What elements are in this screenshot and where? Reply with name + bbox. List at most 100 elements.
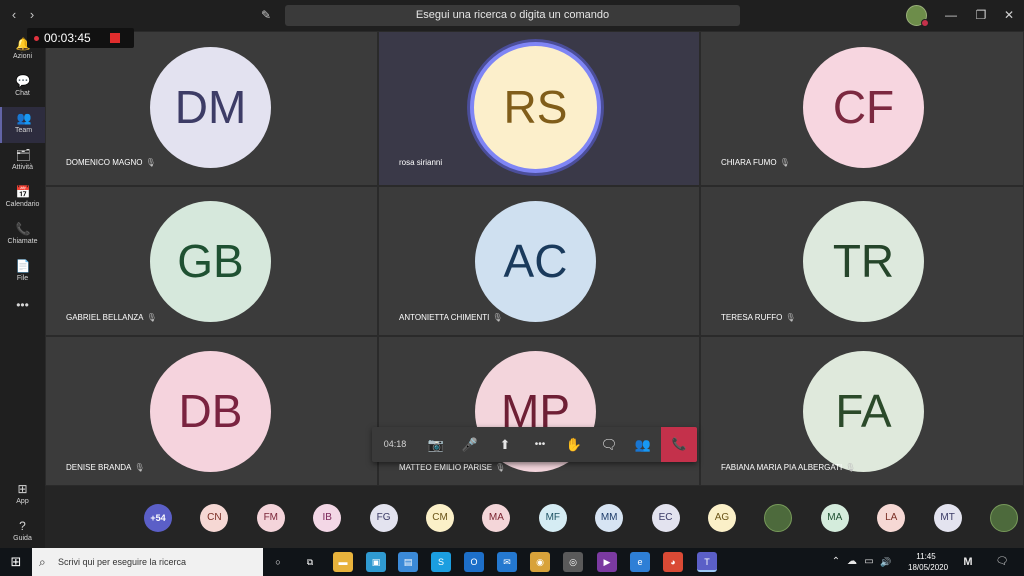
participant-name: ANTONIETTA CHIMENTI	[399, 313, 490, 322]
roster-avatar[interactable]: FM	[256, 504, 285, 532]
task-view-icon[interactable]: ⧉	[300, 552, 320, 572]
rail-chat-icon: 💬	[15, 74, 31, 88]
roster-avatar[interactable]: LA	[877, 504, 906, 532]
rail-item-label: Team	[14, 127, 33, 134]
participant-name-label: GABRIEL BELLANZA 🎙	[66, 313, 157, 322]
roster-avatar[interactable]	[990, 504, 1018, 532]
participant-avatar: CF	[803, 47, 924, 168]
rail-item-guida[interactable]: ? Guida	[0, 515, 45, 551]
participant-avatar: AC	[475, 201, 596, 322]
roster-avatar[interactable]: MA	[820, 504, 849, 532]
network-icon[interactable]: ▭	[862, 548, 876, 576]
participant-name-label: FABIANA MARIA PIA ALBERGATI 🎙	[721, 463, 855, 472]
mail-icon[interactable]: ✉	[497, 552, 517, 572]
participant-tile[interactable]: AC ANTONIETTA CHIMENTI 🎙	[379, 187, 699, 335]
cortana-icon[interactable]: ○	[268, 552, 288, 572]
rail-item-calendario[interactable]: 📅 Calendario	[0, 181, 45, 217]
roster-avatar[interactable]: MT	[933, 504, 962, 532]
recording-dot-icon	[34, 36, 39, 41]
raise-hand-icon[interactable]: ✋	[564, 435, 584, 455]
roster-avatar[interactable]: MF	[538, 504, 567, 532]
presence-status-icon	[921, 19, 929, 27]
participant-tile[interactable]: RS rosa sirianni	[379, 32, 699, 185]
volume-icon[interactable]: 🔊	[879, 548, 893, 576]
close-icon[interactable]: ✕	[1001, 7, 1017, 23]
video-stage: DM DOMENICO MAGNO 🎙 RS rosa sirianni CF CHIARA…	[45, 31, 1024, 486]
roster-avatar[interactable]: MM	[595, 504, 624, 532]
rail-item-label: File	[16, 275, 29, 282]
rail-item-chat[interactable]: 💬 Chat	[0, 70, 45, 106]
rail-item-more[interactable]: •••	[0, 294, 45, 330]
camera-off-icon[interactable]: 📷	[426, 435, 446, 455]
restore-icon[interactable]: ❐	[973, 7, 989, 23]
rail-item-file[interactable]: 📄 File	[0, 255, 45, 291]
roster-avatar[interactable]: CM	[426, 504, 454, 532]
participant-tile[interactable]: FA FABIANA MARIA PIA ALBERGATI 🎙	[701, 337, 1023, 485]
more-actions-icon[interactable]: •••	[530, 435, 550, 455]
rail-item-chiamate[interactable]: 📞 Chiamate	[0, 218, 45, 254]
compose-icon[interactable]: ✎	[258, 7, 274, 23]
participant-name: DENISE BRANDA	[66, 463, 132, 472]
mic-off-icon[interactable]: 🎤	[460, 435, 480, 455]
edge-icon[interactable]: e	[630, 552, 650, 572]
taskbar-clock[interactable]: 11:45 18/05/2020	[908, 551, 948, 573]
rail-item-attività[interactable]: 🗂 Attività	[0, 144, 45, 180]
start-icon[interactable]: ⊞	[0, 548, 32, 576]
media-icon[interactable]: ◎	[563, 552, 583, 572]
participant-name-label: CHIARA FUMO 🎙	[721, 158, 790, 167]
app-rail: 🔔 Azioni 💬 Chat 👥 Team 🗂 Attività 📅 Calendario 📞 Ch…	[0, 31, 45, 548]
call-duration: 04:18	[383, 439, 407, 449]
roster-avatar[interactable]: IB	[313, 504, 342, 532]
stop-recording-icon[interactable]	[110, 33, 120, 43]
roster-avatar[interactable]: AG	[708, 504, 736, 532]
participant-tile[interactable]: MP MATTEO EMILIO PARISE 🎙	[379, 337, 699, 485]
participant-tile[interactable]: TR TERESA RUFFO 🎙	[701, 187, 1023, 335]
participant-name-label: DOMENICO MAGNO 🎙	[66, 158, 156, 167]
participant-name: TERESA RUFFO	[721, 313, 783, 322]
participant-tile[interactable]: GB GABRIEL BELLANZA 🎙	[46, 187, 377, 335]
roster-avatar[interactable]: EC	[651, 504, 680, 532]
rail-item-team[interactable]: 👥 Team	[0, 107, 45, 143]
more-participants-badge[interactable]: +54	[144, 504, 172, 532]
minimize-icon[interactable]: —	[943, 7, 959, 23]
participant-avatar: DM	[150, 47, 271, 168]
participant-avatar: TR	[803, 201, 924, 322]
chrome-alt-icon[interactable]: ◉	[530, 552, 550, 572]
teams-icon[interactable]: T	[697, 552, 717, 572]
participant-name: rosa sirianni	[399, 158, 443, 167]
roster-avatar[interactable]: FG	[369, 504, 398, 532]
tray-expand-icon[interactable]: ⌃	[830, 548, 842, 576]
participants-icon[interactable]: 👥	[633, 435, 653, 455]
participant-avatar: DB	[150, 351, 271, 472]
notification-icon[interactable]: 🗨	[994, 548, 1010, 576]
participant-tile[interactable]: DB DENISE BRANDA 🎙	[46, 337, 377, 485]
participant-name-label: rosa sirianni	[399, 158, 442, 167]
rail-attività-icon: 🗂	[15, 148, 31, 162]
store-icon[interactable]: ▣	[366, 552, 386, 572]
command-search-input[interactable]: Esegui una ricerca o digita un comando	[285, 5, 740, 26]
onedrive-icon[interactable]: ☁	[845, 548, 859, 576]
file-explorer-icon[interactable]: ▬	[333, 552, 353, 572]
muted-mic-icon: 🎙	[845, 463, 856, 472]
video-editor-icon[interactable]: ▶	[597, 552, 617, 572]
participant-avatar: GB	[150, 201, 271, 322]
skype-icon[interactable]: S	[431, 552, 451, 572]
participant-name: FABIANA MARIA PIA ALBERGATI	[721, 463, 843, 472]
meet-now-icon[interactable]: M	[960, 548, 976, 576]
forward-arrow-icon[interactable]: ›	[24, 7, 40, 23]
rail-team-icon: 👥	[16, 111, 32, 125]
hang-up-button[interactable]: 📞	[661, 427, 697, 462]
taskbar-search-input[interactable]: ⌕ Scrivi qui per eseguire la ricerca	[32, 548, 263, 576]
search-icon: ⌕	[39, 555, 46, 569]
documents-icon[interactable]: ▤	[398, 552, 418, 572]
participant-name: CHIARA FUMO	[721, 158, 777, 167]
chat-icon[interactable]: 🗨	[599, 435, 619, 455]
outlook-icon[interactable]: O	[464, 552, 484, 572]
clock-time: 11:45	[916, 552, 936, 561]
chrome-icon[interactable]: ◕	[663, 552, 683, 572]
back-arrow-icon[interactable]: ‹	[6, 7, 22, 23]
rail-item-app[interactable]: ⊞ App	[0, 478, 45, 514]
participant-tile[interactable]: DM DOMENICO MAGNO 🎙	[46, 32, 377, 185]
participant-tile[interactable]: CF CHIARA FUMO 🎙	[701, 32, 1023, 185]
share-screen-icon[interactable]: ⬆	[495, 435, 515, 455]
